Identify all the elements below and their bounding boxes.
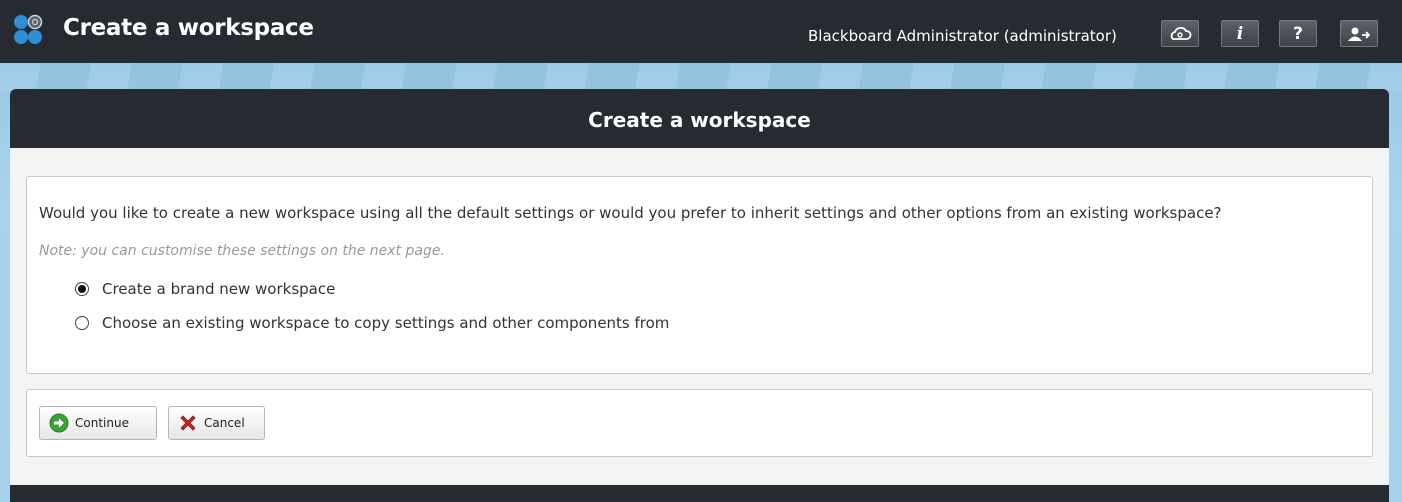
- page-title: Create a workspace: [63, 15, 314, 41]
- info-button[interactable]: i: [1221, 20, 1259, 47]
- question-text: Would you like to create a new workspace…: [39, 204, 1222, 222]
- options-box: Would you like to create a new workspace…: [26, 176, 1373, 374]
- radio-copy-workspace[interactable]: [75, 316, 89, 330]
- continue-icon: [49, 413, 69, 433]
- cancel-label: Cancel: [204, 416, 245, 430]
- app-logo: [14, 14, 43, 44]
- info-icon: i: [1236, 23, 1244, 44]
- top-bar: Create a workspace Blackboard Administra…: [0, 0, 1402, 63]
- option-new-workspace[interactable]: Create a brand new workspace: [75, 280, 335, 298]
- panel-title: Create a workspace: [10, 89, 1389, 148]
- create-workspace-panel: Create a workspace Would you like to cre…: [10, 89, 1389, 502]
- radio-selected-dot: [78, 285, 86, 293]
- cloud-button[interactable]: [1161, 20, 1199, 47]
- cancel-button[interactable]: Cancel: [168, 406, 265, 440]
- continue-button[interactable]: Continue: [39, 406, 157, 440]
- current-user: Blackboard Administrator (administrator): [808, 27, 1117, 45]
- actions-box: Continue Cancel: [26, 389, 1373, 457]
- radio-new-workspace[interactable]: [75, 282, 89, 296]
- option-label: Choose an existing workspace to copy set…: [102, 314, 670, 332]
- cancel-icon: [180, 415, 196, 431]
- option-copy-workspace[interactable]: Choose an existing workspace to copy set…: [75, 314, 669, 332]
- panel-footer-bar: [10, 485, 1389, 502]
- decorative-strip: [0, 63, 1402, 91]
- logout-icon: [1348, 27, 1371, 41]
- cloud-icon: [1170, 26, 1192, 40]
- help-button[interactable]: ?: [1279, 20, 1317, 47]
- logout-button[interactable]: [1340, 20, 1378, 47]
- help-icon: ?: [1293, 23, 1303, 44]
- option-label: Create a brand new workspace: [102, 280, 336, 298]
- note-text: Note: you can customise these settings o…: [39, 243, 445, 259]
- continue-label: Continue: [75, 416, 129, 430]
